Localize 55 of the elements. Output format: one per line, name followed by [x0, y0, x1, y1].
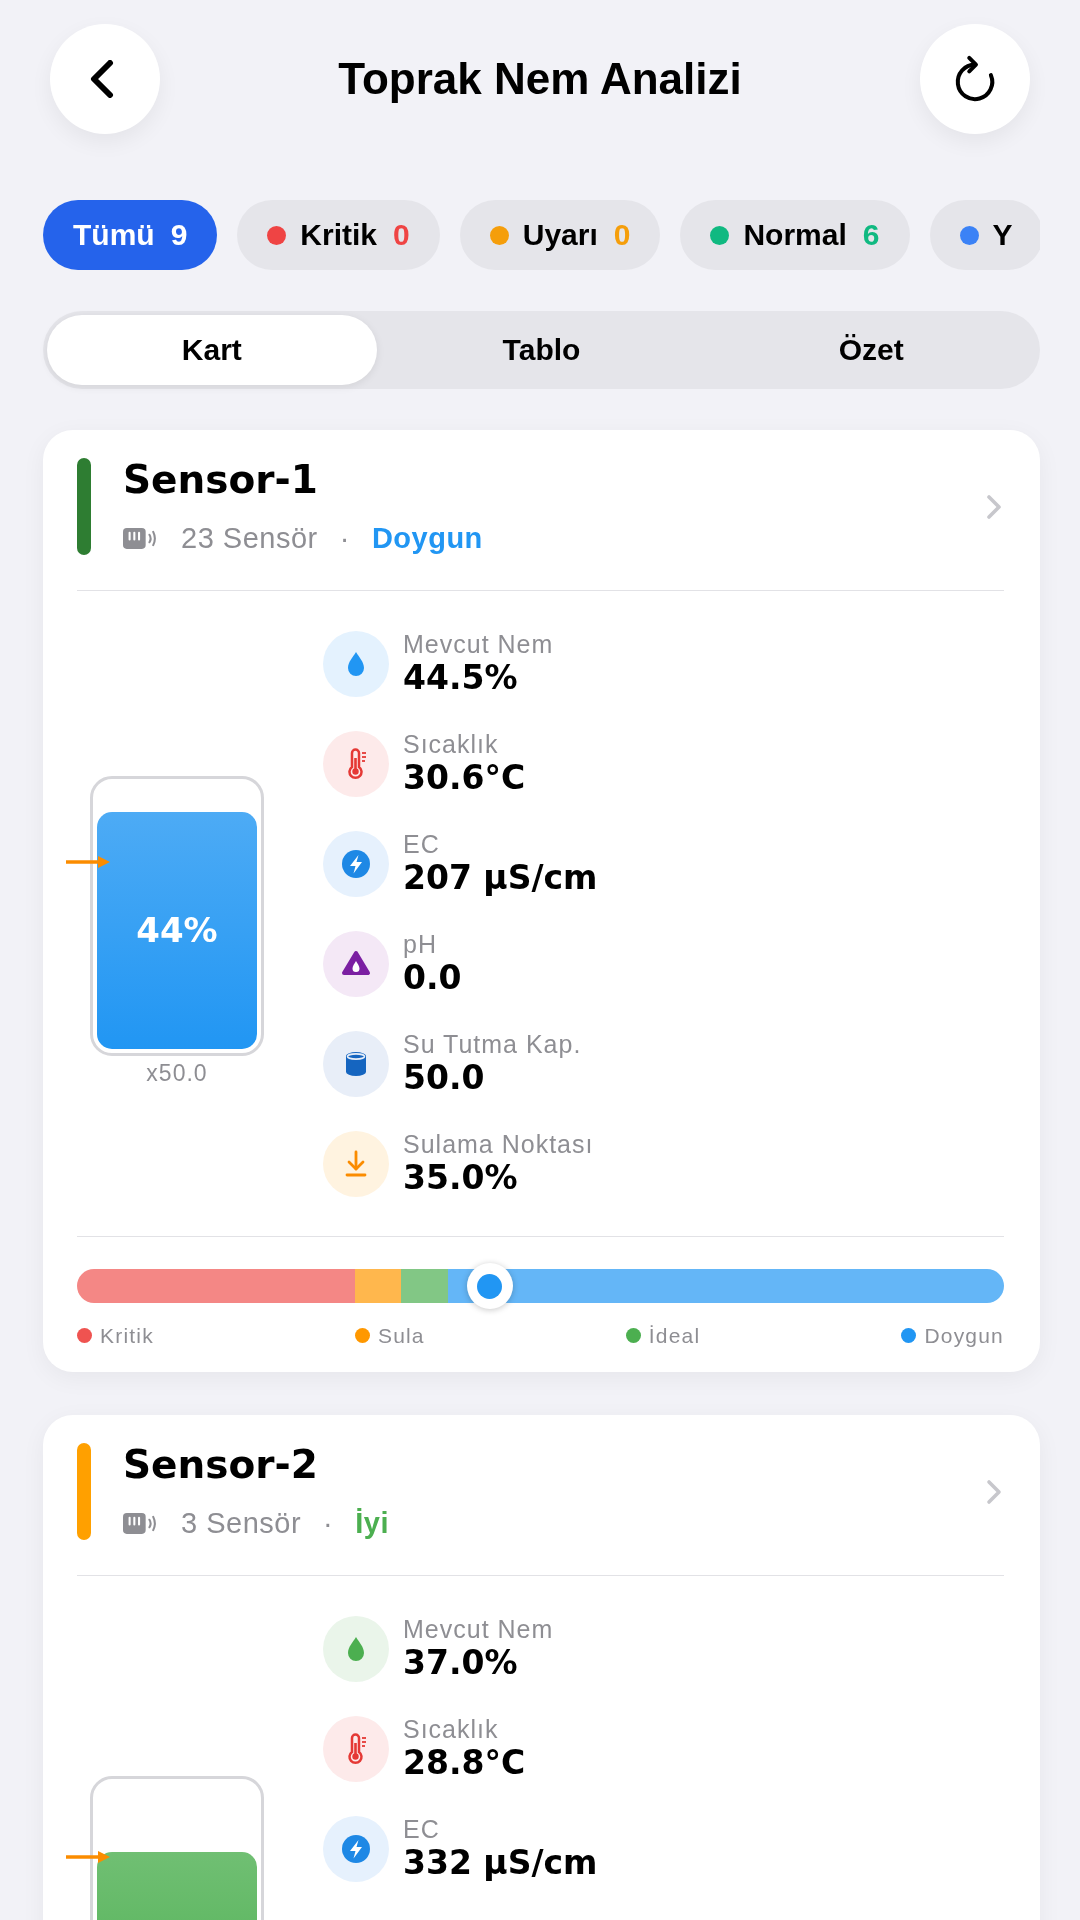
sensor-signal-icon — [123, 525, 157, 551]
metric-label: pH — [403, 930, 437, 959]
filter-chip[interactable]: Uyarı 0 — [459, 200, 661, 270]
metric-value: 30.6°C — [403, 759, 526, 797]
status-label: Doygun — [371, 521, 483, 555]
view-tab[interactable]: Özet — [706, 315, 1036, 385]
filter-chip[interactable]: Kritik 0 — [237, 200, 440, 270]
metric-value: 332 µS/cm — [403, 1844, 598, 1882]
metric-value: 50.0 — [403, 1059, 485, 1097]
metric-value: 207 µS/cm — [403, 859, 598, 897]
sensor-count: 23 Sensör — [181, 521, 318, 555]
legend-label: Doygun — [924, 1323, 1004, 1348]
chevron-left-icon — [90, 60, 114, 98]
separator: · — [339, 521, 350, 555]
metric-label: Sıcaklık — [403, 1715, 499, 1744]
metric-label: EC — [403, 830, 440, 859]
metric-value: 44.5% — [403, 659, 518, 697]
lightning-icon — [323, 830, 389, 897]
cylinder-icon — [323, 1030, 389, 1097]
view-tab[interactable]: Kart — [47, 315, 377, 385]
fill-percentage: 44% — [136, 910, 218, 951]
metric-value: 28.8°C — [403, 1744, 526, 1782]
water-drop-icon — [323, 1615, 389, 1682]
range-thumb[interactable] — [466, 1263, 513, 1309]
metric-label: Sulama Noktası — [403, 1130, 594, 1159]
status-label: İyi — [355, 1506, 389, 1540]
metric-label: Su Tutma Kap. — [403, 1030, 582, 1059]
legend-label: Sula — [377, 1323, 425, 1348]
filter-chip[interactable]: Tümü 9 — [43, 200, 218, 270]
sensor-name: Sensor-2 — [123, 1443, 318, 1486]
metric-label: Mevcut Nem — [403, 1615, 554, 1644]
sensor-name: Sensor-1 — [123, 458, 318, 501]
metric-label: Sıcaklık — [403, 730, 499, 759]
metric-value: 35.0% — [403, 1159, 518, 1197]
view-tab[interactable]: Tablo — [376, 315, 707, 385]
tank-capacity-label: x50.0 — [146, 1060, 208, 1086]
water-drop-icon — [323, 630, 389, 697]
page-title: Toprak Nem Analizi — [338, 54, 742, 104]
sensor-signal-icon — [123, 1510, 157, 1536]
metric-value: 37.0% — [403, 1644, 518, 1682]
metric-label: Mevcut Nem — [403, 630, 554, 659]
thermometer-icon — [323, 730, 389, 797]
metric-value: 0.0 — [403, 959, 462, 997]
sensor-count: 3 Sensör — [181, 1506, 302, 1540]
triangle-drop-icon — [323, 930, 389, 997]
chevron-right-icon[interactable] — [986, 1478, 1002, 1505]
legend-label: Kritik — [100, 1323, 154, 1348]
lightning-icon — [323, 1815, 389, 1882]
filter-chip[interactable]: Y — [929, 200, 1040, 270]
legend-label: İdeal — [648, 1323, 701, 1348]
separator: · — [323, 1506, 334, 1540]
metric-label: EC — [403, 1815, 440, 1844]
filter-chip[interactable]: Normal 6 — [680, 200, 910, 270]
thermometer-icon — [323, 1715, 389, 1782]
chevron-right-icon[interactable] — [986, 493, 1002, 520]
